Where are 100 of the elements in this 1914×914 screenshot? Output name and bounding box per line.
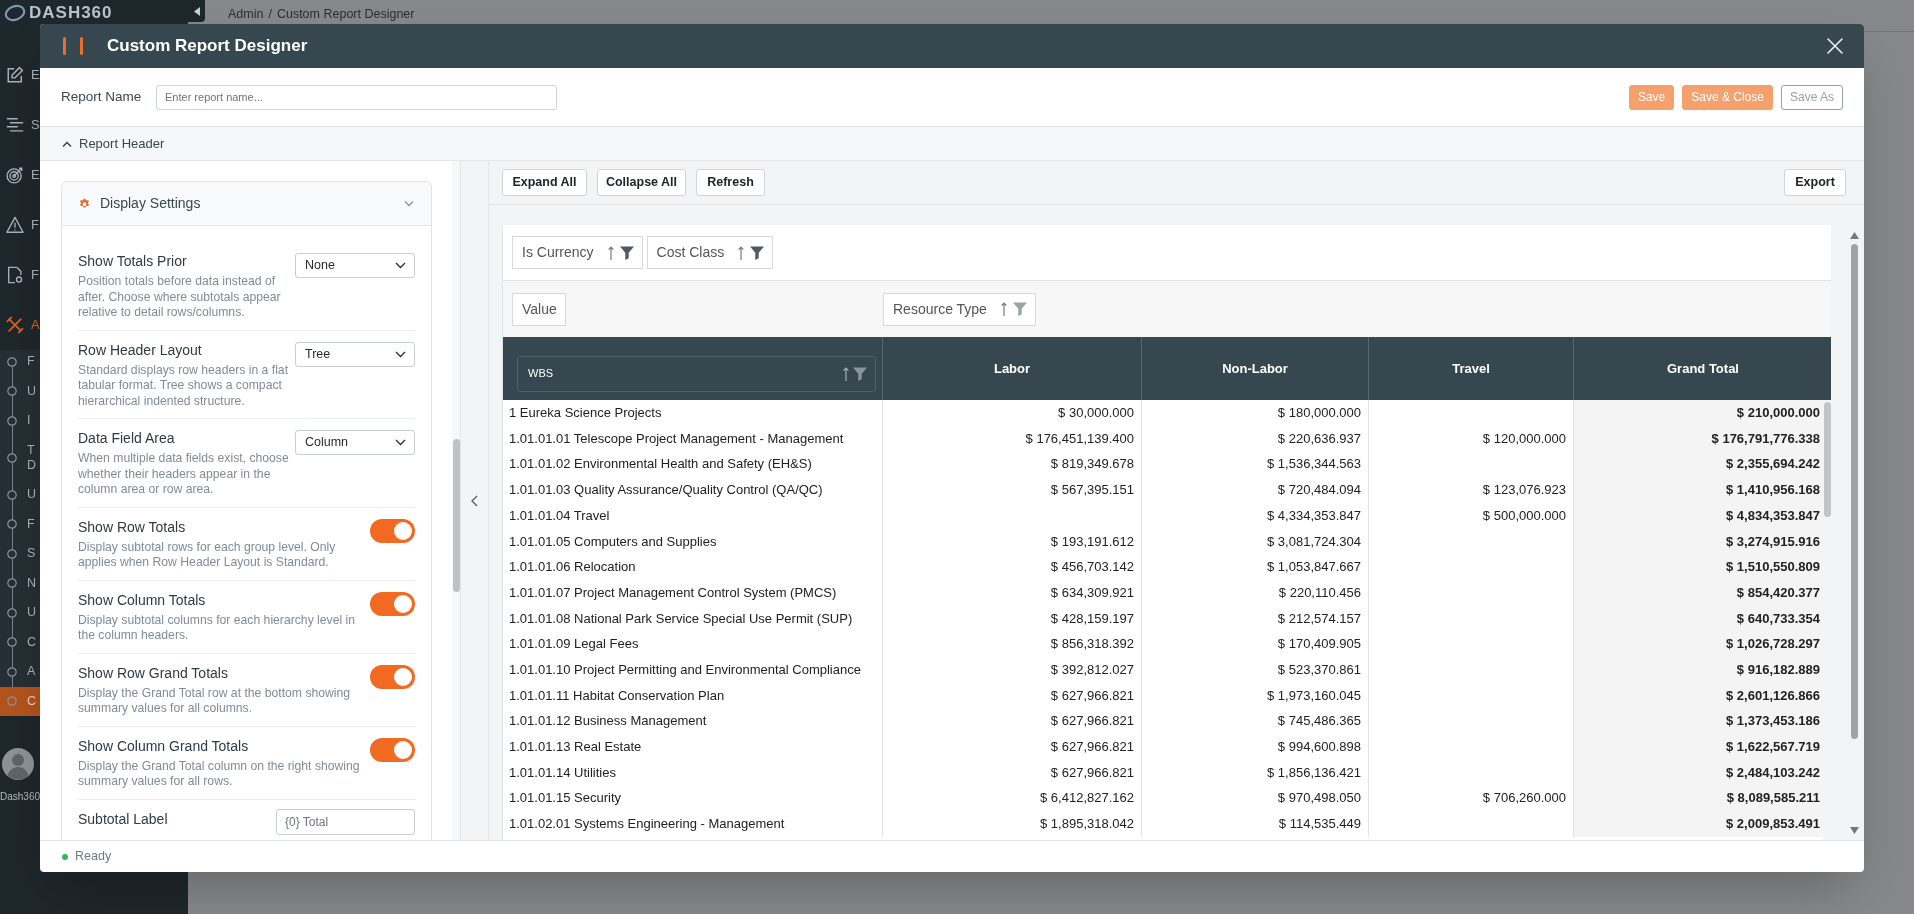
nav-sublink[interactable]: U <box>0 480 40 510</box>
row-header-cell: 1.01.01.10 Project Permitting and Environmental Compliance <box>503 656 883 683</box>
sort-icon[interactable] <box>1000 302 1007 316</box>
nav-sublink[interactable]: U <box>0 376 40 406</box>
nav-link[interactable]: E <box>0 150 40 200</box>
toggle-switch[interactable] <box>370 664 415 689</box>
dialog-title: Custom Report Designer <box>107 35 308 58</box>
toggle-switch[interactable] <box>370 737 415 762</box>
table-cell: $ 627,966.821 <box>883 733 1142 760</box>
table-cell: $ 170,409.905 <box>1142 631 1369 657</box>
nav-sublink[interactable]: F <box>0 509 40 539</box>
setting-title: Subtotal Label <box>78 810 169 827</box>
total-cell: $ 176,791,776.338 <box>1574 425 1823 452</box>
section-toggle[interactable]: Report Header <box>40 126 1864 161</box>
scrollbar-thumb[interactable] <box>452 439 460 592</box>
setting-title: Show Totals Prior <box>78 253 188 269</box>
toggle-switch[interactable] <box>370 591 415 616</box>
column-header: Non-Labor <box>1142 337 1369 400</box>
breadcrumb-link[interactable]: Admin <box>228 7 264 22</box>
row-header-cell: 1.01.01.04 Travel <box>503 502 883 529</box>
select-field[interactable]: Column <box>295 430 415 455</box>
field-chip[interactable]: Value <box>512 292 566 326</box>
total-cell: $ 2,355,694.242 <box>1574 451 1823 478</box>
row-header-cell: 1.01.01.02 Environmental Health and Safety (EH&S) <box>503 451 883 478</box>
report-name-field[interactable]: Enter report name... <box>156 84 557 110</box>
export-button[interactable]: Export <box>1784 169 1846 196</box>
nav-link[interactable]: F <box>0 200 40 250</box>
table-cell: $ 212,574.157 <box>1142 605 1369 632</box>
table-cell: $ 567,395.151 <box>883 477 1142 503</box>
sort-icon[interactable] <box>843 366 849 381</box>
sidebar-collapse-button[interactable] <box>188 0 205 22</box>
nav-sublink[interactable]: S <box>0 539 40 569</box>
toolbar-button[interactable]: Expand All <box>502 169 587 196</box>
close-icon[interactable] <box>1827 38 1843 54</box>
chevron-down-icon <box>395 350 406 358</box>
toolbar-button[interactable]: Collapse All <box>597 169 686 196</box>
row-header-cell: 1.01.01.07 Project Management Control System (PMCS) <box>503 579 883 606</box>
tree-node-icon <box>7 666 17 677</box>
nav-sublink[interactable]: U <box>0 598 40 628</box>
sort-icon[interactable] <box>738 245 745 260</box>
table-cell: $ 193,191.612 <box>883 528 1142 555</box>
setting-description: Display the Grand Total row at the bottom showing summary values for all columns. <box>78 685 352 717</box>
row-header-cell: 1.01.01.15 Security <box>503 785 883 811</box>
table-cell: $ 856,318.392 <box>883 631 1142 657</box>
nav-link[interactable]: S <box>0 100 40 150</box>
table-cell: $ 1,895,318.042 <box>883 811 1142 837</box>
nav-sublink[interactable]: F <box>0 347 40 377</box>
table-cell: $ 970,498.050 <box>1142 785 1369 811</box>
nav-link[interactable]: F <box>0 250 40 300</box>
select-field[interactable]: None <box>295 253 415 278</box>
total-cell: $ 916,182.889 <box>1574 656 1823 683</box>
warning-icon <box>6 216 24 234</box>
tree-node-icon <box>7 607 17 618</box>
scroll-down-icon[interactable] <box>1850 827 1859 834</box>
breadcrumb-separator: / <box>268 7 272 22</box>
nav-sublink[interactable]: C <box>0 686 40 716</box>
nav-sublink[interactable]: A <box>0 657 40 687</box>
field-chip[interactable]: Cost Class <box>646 236 774 269</box>
field-chip[interactable]: WBS <box>517 355 876 392</box>
tree-node-icon <box>7 356 17 367</box>
filter-icon[interactable] <box>750 245 765 260</box>
column-header: Labor <box>883 337 1142 400</box>
row-header-cell: 1.01.01.14 Utilities <box>503 759 883 786</box>
table-cell: $ 1,973,160.045 <box>1142 682 1369 709</box>
field-chip[interactable]: Resource Type <box>883 292 1036 326</box>
table-cell: $ 392,812.027 <box>883 656 1142 683</box>
total-cell: $ 3,274,915.916 <box>1574 528 1823 555</box>
nav-sublink[interactable]: T D <box>0 435 40 480</box>
field-chip[interactable]: Is Currency <box>512 236 643 269</box>
chevron-down-icon <box>395 262 406 269</box>
table-cell: $ 1,856,136.421 <box>1142 759 1369 786</box>
nav-sublink[interactable]: I <box>0 406 40 436</box>
edit-icon <box>6 66 24 84</box>
filter-icon[interactable] <box>853 366 867 381</box>
setting-description: Display subtotal rows for each group level. Only applies when Row Header Layout is Standard. <box>78 539 337 571</box>
scroll-up-icon[interactable] <box>1850 232 1859 239</box>
tree-node-icon <box>7 452 17 463</box>
nav-link[interactable]: E <box>0 50 40 100</box>
table-cell: $ 720,484.094 <box>1142 477 1369 503</box>
total-cell: $ 1,373,453.186 <box>1574 708 1823 734</box>
total-cell: $ 1,622,567.719 <box>1574 733 1823 760</box>
scrollbar-thumb[interactable] <box>1824 402 1831 517</box>
column-header: Grand Total <box>1666 359 1740 378</box>
filter-icon[interactable] <box>619 245 634 260</box>
text-field[interactable]: {0} Total <box>276 808 415 835</box>
table-cell: $ 456,703.142 <box>883 554 1142 580</box>
nav-link[interactable]: A <box>0 300 40 350</box>
toggle-switch[interactable] <box>370 518 415 543</box>
chevron-left-icon[interactable] <box>471 494 478 507</box>
gear-icon <box>78 197 91 210</box>
scrollbar-thumb[interactable] <box>1851 244 1858 739</box>
total-cell: $ 2,009,853.491 <box>1574 811 1823 837</box>
sort-icon[interactable] <box>607 245 614 260</box>
select-field[interactable]: Tree <box>295 341 415 367</box>
toolbar-button[interactable]: Refresh <box>696 169 765 196</box>
nav-sublink[interactable]: N <box>0 568 40 598</box>
setting-title: Row Header Layout <box>78 341 203 358</box>
card-header-toggle[interactable]: Display Settings <box>62 182 431 226</box>
nav-sublink[interactable]: C <box>0 627 40 657</box>
tree-node-icon <box>7 696 17 707</box>
